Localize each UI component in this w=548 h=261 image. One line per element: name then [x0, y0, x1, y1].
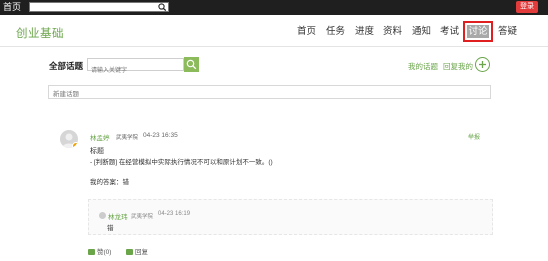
- new-topic-placeholder: 新建话题: [53, 91, 79, 98]
- add-topic-button[interactable]: [475, 57, 490, 72]
- report-link[interactable]: 举报: [468, 132, 480, 141]
- global-search-input[interactable]: [29, 2, 169, 12]
- nav-tasks[interactable]: 任务: [326, 26, 345, 38]
- thumbs-up-icon: [88, 249, 95, 256]
- home-link[interactable]: 首页: [3, 1, 21, 13]
- all-topics-label: 全部话题: [49, 61, 84, 71]
- reply-body: 错: [107, 225, 114, 232]
- like-label: 赞(0): [97, 249, 112, 256]
- replied-to-me-link[interactable]: 回复我的: [443, 61, 473, 72]
- top-bar: 首页 登录: [0, 0, 548, 15]
- plus-icon: [479, 61, 486, 68]
- post-answer: 我的答案：错: [90, 179, 129, 186]
- nav-progress[interactable]: 进度: [355, 26, 374, 38]
- post-author[interactable]: 林孟婷: [90, 132, 110, 142]
- post-date: 04-23 16:35: [143, 132, 178, 139]
- nav-notices[interactable]: 通知: [412, 26, 431, 38]
- nav-exams[interactable]: 考试: [440, 26, 459, 38]
- new-topic-input[interactable]: 新建话题: [48, 85, 491, 99]
- reply-item: 林龙玮 武夷学院 04-23 16:19 错: [88, 199, 493, 235]
- my-topics-link[interactable]: 我的话题: [408, 61, 438, 72]
- like-button[interactable]: 赞(0): [88, 246, 111, 256]
- comment-icon: [126, 249, 133, 256]
- topic-search-input[interactable]: [88, 65, 183, 77]
- header-divider: [0, 46, 548, 47]
- topic-search-button[interactable]: [184, 57, 199, 72]
- nav-discussion[interactable]: 讨论: [467, 25, 489, 38]
- nav-materials[interactable]: 资料: [383, 26, 402, 38]
- search-icon: [186, 59, 197, 70]
- reply-author[interactable]: 林龙玮: [108, 211, 128, 221]
- login-button[interactable]: 登录: [516, 1, 538, 13]
- topic-search-field[interactable]: [87, 58, 184, 77]
- reply-avatar-icon[interactable]: [99, 212, 106, 219]
- post-school: 武夷学院: [116, 135, 139, 141]
- reply-school: 武夷学院: [131, 214, 154, 220]
- reply-date: 04-23 16:19: [158, 211, 191, 217]
- search-icon[interactable]: [157, 3, 167, 11]
- nav-discussion-highlight: 讨论: [463, 21, 493, 42]
- avatar[interactable]: [60, 130, 78, 148]
- nav-qa[interactable]: 答疑: [498, 26, 517, 38]
- reply-button[interactable]: 回复: [126, 246, 148, 256]
- nav-home[interactable]: 首页: [297, 26, 316, 38]
- course-title: 创业基础: [16, 28, 64, 40]
- post-body: - [判断题] 在经营模拟中实际执行情况不可以和原计划不一致。(): [90, 159, 273, 166]
- vip-badge-icon: [72, 142, 78, 148]
- post-title: 标题: [90, 148, 104, 155]
- reply-label: 回复: [135, 249, 148, 256]
